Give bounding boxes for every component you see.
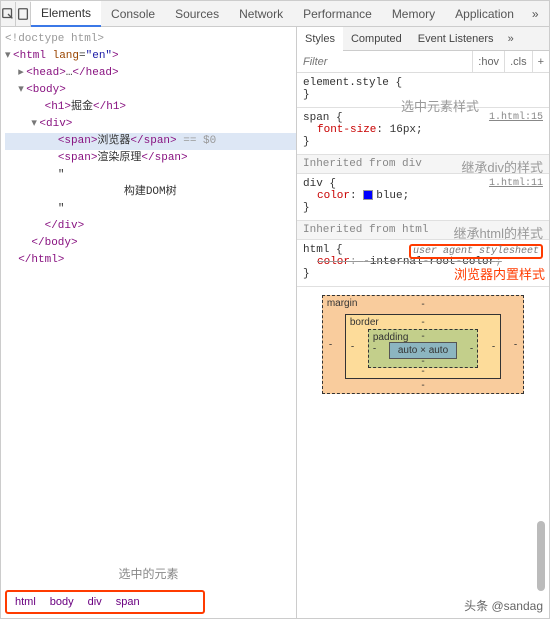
breadcrumb-item[interactable]: body	[50, 596, 74, 608]
breadcrumb-item[interactable]: div	[88, 596, 102, 608]
breadcrumb: html body div span	[5, 590, 205, 614]
scrollbar-thumb[interactable]	[537, 521, 545, 591]
new-rule-button[interactable]: +	[532, 51, 549, 73]
tab-performance[interactable]: Performance	[293, 1, 382, 27]
devtools-window: Elements Console Sources Network Perform…	[0, 0, 550, 619]
color-swatch-icon[interactable]	[363, 190, 373, 200]
box-model: margin - - - - border - - - -	[297, 287, 549, 402]
tab-elements[interactable]: Elements	[31, 1, 101, 27]
left-annotation: 选中的元素	[1, 561, 296, 586]
inherited-from-div: Inherited from div 继承div的样式	[297, 155, 549, 174]
style-rules: element.style { } 选中元素样式 span { 1.html:1…	[297, 73, 549, 618]
tab-console[interactable]: Console	[101, 1, 165, 27]
rule-html[interactable]: html { user agent stylesheet color: -int…	[297, 240, 549, 287]
styles-filter-row: :hov .cls +	[297, 51, 549, 73]
device-icon[interactable]	[16, 2, 31, 26]
subtab-styles[interactable]: Styles	[297, 27, 343, 51]
elements-panel: <!doctype html> ▾<html lang="en"> ▸<head…	[1, 27, 297, 618]
tab-application[interactable]: Application	[445, 1, 524, 27]
hov-toggle[interactable]: :hov	[472, 51, 504, 73]
toolbar: Elements Console Sources Network Perform…	[1, 1, 549, 27]
rule-source-link[interactable]: 1.html:15	[489, 112, 543, 123]
panel-tabs: Elements Console Sources Network Perform…	[31, 1, 524, 27]
cls-toggle[interactable]: .cls	[504, 51, 532, 73]
subtab-event-listeners[interactable]: Event Listeners	[410, 27, 502, 51]
rule-source-link[interactable]: 1.html:11	[489, 178, 543, 189]
watermark: 头条 @sandag	[464, 597, 543, 614]
tab-sources[interactable]: Sources	[165, 1, 229, 27]
subtab-computed[interactable]: Computed	[343, 27, 410, 51]
user-agent-stylesheet-badge: user agent stylesheet	[409, 244, 543, 259]
styles-filter-input[interactable]	[297, 54, 472, 70]
dom-tree-selected-row: <span>浏览器</span> == $0	[5, 133, 296, 150]
annotation-ua-stylesheet: 浏览器内置样式	[454, 264, 545, 283]
styles-panel: Styles Computed Event Listeners » :hov .…	[297, 27, 549, 618]
styles-tabs: Styles Computed Event Listeners »	[297, 27, 549, 51]
tab-memory[interactable]: Memory	[382, 1, 445, 27]
breadcrumb-item[interactable]: html	[15, 596, 36, 608]
dom-tree[interactable]: <!doctype html> ▾<html lang="en"> ▸<head…	[1, 27, 296, 561]
kebab-menu-icon[interactable]: ⋮	[547, 4, 550, 24]
rule-div[interactable]: div { 1.html:11 color: blue; }	[297, 174, 549, 221]
subtabs-overflow[interactable]: »	[502, 33, 520, 45]
tab-network[interactable]: Network	[229, 1, 293, 27]
dom-doctype: <!doctype html>	[5, 33, 104, 45]
rule-span[interactable]: 选中元素样式 span { 1.html:15 font-size: 16px;…	[297, 108, 549, 155]
breadcrumb-item[interactable]: span	[116, 596, 140, 608]
inspect-icon[interactable]	[1, 2, 16, 26]
tabs-overflow[interactable]: »	[524, 7, 547, 21]
inherited-from-html: Inherited from html 继承html的样式	[297, 221, 549, 240]
annotation-selected-style: 选中元素样式	[401, 96, 479, 115]
